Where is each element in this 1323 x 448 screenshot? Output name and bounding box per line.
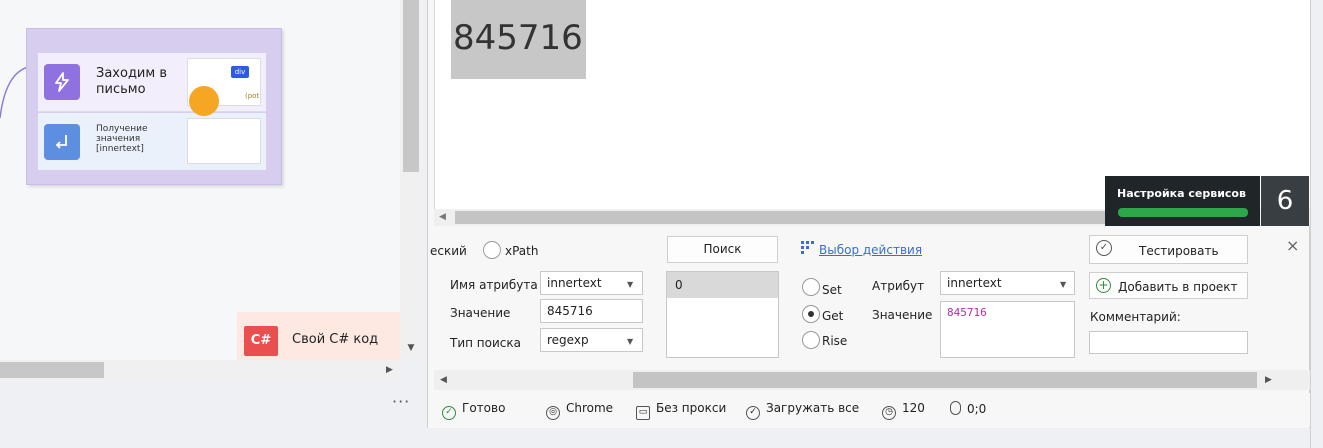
attribute-name-label: Имя атрибута (450, 278, 538, 292)
close-icon[interactable]: × (1286, 236, 1299, 255)
radio-selected-dot (808, 311, 814, 317)
thumbnail-shape (189, 86, 219, 116)
status-proxy[interactable]: ▭ Без прокси (636, 401, 726, 420)
thumbnail-text: (pot (245, 92, 260, 100)
set-radio[interactable] (802, 278, 820, 296)
status-browser[interactable]: ◎ Chrome (546, 401, 613, 420)
services-label: Настройка сервисов (1117, 187, 1246, 200)
check-circle-icon: ✓ (442, 406, 456, 420)
chevron-down-icon[interactable]: ▼ (627, 280, 633, 289)
set-label[interactable]: Set (822, 283, 842, 297)
list-item[interactable]: 0 (667, 272, 778, 298)
clock-icon: ◷ (882, 406, 896, 420)
step-label: Получение значения [innertext] (96, 124, 148, 154)
rise-label[interactable]: Rise (822, 334, 847, 348)
chevron-down-icon[interactable]: ▼ (1060, 280, 1066, 289)
result-value-label: Значение (872, 308, 933, 322)
comment-input[interactable] (1089, 331, 1248, 354)
step-label: Заходим в письмо (96, 66, 167, 97)
comment-label: Комментарий: (1090, 310, 1181, 324)
grid-icon (801, 241, 814, 257)
value-label: Значение (450, 306, 511, 320)
mouse-icon (950, 401, 961, 415)
result-value-output[interactable]: 845716 (940, 301, 1075, 358)
add-to-project-label: Добавить в проект (1118, 280, 1238, 294)
status-ready: ✓ Готово (442, 401, 505, 420)
search-type-label: Тип поиска (450, 336, 521, 350)
browser-icon: ◎ (546, 406, 560, 420)
rise-radio[interactable] (802, 331, 820, 349)
value-input[interactable]: 845716 (540, 299, 643, 323)
scroll-right-icon[interactable]: ▶ (386, 364, 396, 376)
canvas-horizontal-scroll-thumb[interactable] (0, 362, 104, 378)
lightning-icon (44, 64, 80, 100)
scroll-left-icon[interactable]: ◀ (439, 212, 446, 222)
services-widget[interactable] (1105, 176, 1260, 226)
monitor-icon: ▭ (636, 406, 650, 420)
scroll-left-icon[interactable]: ◀ (440, 375, 447, 385)
get-label[interactable]: Get (822, 309, 843, 323)
services-count[interactable]: 6 (1261, 176, 1309, 226)
csharp-icon: C# (244, 326, 278, 356)
xpath-radio[interactable] (483, 241, 501, 259)
thumbnail-badge: div (231, 66, 249, 78)
scroll-right-icon[interactable]: ▶ (1265, 375, 1272, 385)
scroll-down-icon[interactable]: ▼ (405, 342, 417, 354)
status-coords: 0;0 (950, 401, 986, 416)
services-progress-bar (1118, 208, 1248, 217)
search-button[interactable]: Поиск (667, 236, 778, 263)
right-gutter (1310, 0, 1323, 448)
attribute-select[interactable]: innertext (940, 271, 1075, 295)
status-timeout[interactable]: ◷ 120 (882, 401, 925, 420)
attribute-label: Атрибут (872, 279, 925, 293)
plus-circle-icon: + (1096, 278, 1111, 293)
csharp-label: Свой C# код (292, 332, 379, 347)
test-button-label: Тестировать (1139, 244, 1219, 258)
xpath-label[interactable]: xPath (505, 244, 538, 258)
arrow-down-icon (44, 124, 80, 160)
search-mode-label[interactable]: еский (430, 244, 467, 258)
check-circle-icon: ✓ (1096, 240, 1112, 256)
status-load[interactable]: ✓ Загружать все (746, 401, 859, 420)
step-thumbnail (187, 118, 261, 164)
choose-action-link[interactable]: Выбор действия (819, 243, 922, 257)
canvas-vertical-scroll-thumb[interactable] (403, 0, 419, 172)
check-circle-icon: ✓ (746, 406, 760, 420)
more-options-button[interactable]: ··· (392, 392, 422, 412)
browser-horizontal-scroll-thumb[interactable] (455, 211, 1105, 224)
chevron-down-icon[interactable]: ▼ (627, 337, 633, 346)
highlighted-element[interactable]: 845716 (451, 0, 586, 79)
panel-horizontal-scroll-thumb[interactable] (633, 372, 1257, 388)
